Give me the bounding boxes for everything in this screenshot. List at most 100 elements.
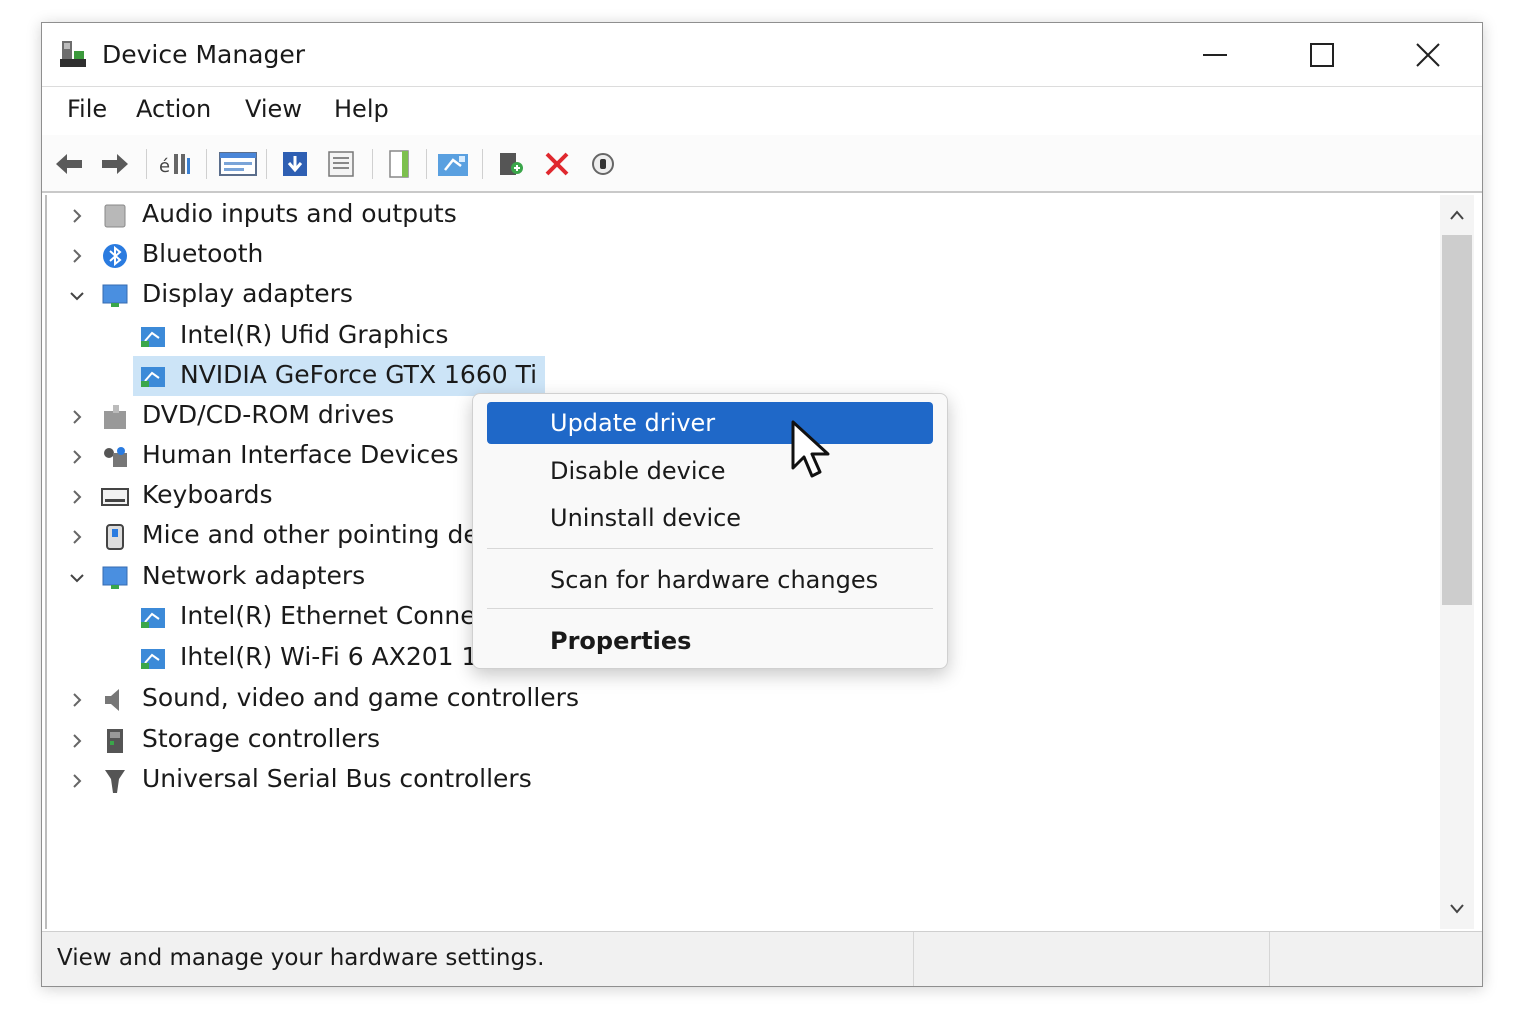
scroll-up-icon[interactable] (1449, 209, 1465, 221)
scroll-down-icon[interactable] (1449, 903, 1465, 915)
list-view-button[interactable] (324, 147, 358, 181)
scrollbar-thumb[interactable] (1442, 235, 1472, 605)
context-menu: Update driver Disable device Uninstall d… (472, 393, 948, 669)
chevron-down-icon[interactable] (69, 570, 85, 586)
scan-hardware-button[interactable] (436, 147, 470, 181)
menu-item-update-driver[interactable]: Update driver (487, 402, 933, 444)
tree-item-label: Intel(R) Ethernet Connect (180, 601, 500, 630)
properties-sheet-icon (219, 152, 257, 176)
tree-device-item[interactable]: Intel(R) Ufid Graphics (47, 318, 947, 356)
add-driver-button[interactable] (494, 147, 528, 181)
help-page-button[interactable] (382, 147, 416, 181)
menu-view[interactable]: View (245, 95, 302, 123)
chevron-right-icon[interactable] (69, 248, 85, 264)
title-bar[interactable]: Device Manager (42, 23, 1482, 85)
tree-item-label: DVD/CD-ROM drives (142, 400, 395, 429)
toolbar: é (42, 135, 1482, 193)
display-card-icon (141, 367, 165, 387)
mouse-cursor-icon (791, 420, 830, 478)
menu-file[interactable]: File (67, 95, 107, 123)
tree-category-item[interactable]: Bluetooth (47, 237, 947, 275)
uninstall-button[interactable] (540, 147, 574, 181)
disc-drive-icon (104, 405, 126, 429)
window-title: Device Manager (102, 40, 306, 69)
tree-item-label: Network adapters (142, 561, 366, 590)
tree-item-label: Human Interface Devices (142, 440, 459, 469)
help-page-icon (389, 150, 409, 178)
status-bar: View and manage your hardware settings. (42, 931, 1482, 986)
chevron-right-icon[interactable] (69, 489, 85, 505)
network-icon (102, 566, 128, 589)
menu-separator (487, 548, 933, 549)
update-driver-icon (283, 152, 307, 176)
disable-icon (592, 153, 614, 175)
menu-item-uninstall-device[interactable]: Uninstall device (487, 497, 933, 539)
tree-category-item[interactable]: Display adapters (47, 277, 947, 315)
svg-text:é: é (159, 156, 170, 177)
maximize-icon (1310, 43, 1334, 67)
chevron-right-icon[interactable] (69, 692, 85, 708)
menu-action[interactable]: Action (136, 95, 211, 123)
properties-button[interactable] (218, 147, 258, 181)
chevron-right-icon[interactable] (69, 409, 85, 425)
forward-button[interactable] (98, 147, 132, 181)
show-hide-icon: é (159, 154, 190, 177)
minimize-button[interactable] (1193, 33, 1237, 77)
menu-separator (487, 608, 933, 609)
chevron-right-icon[interactable] (69, 733, 85, 749)
maximize-button[interactable] (1300, 33, 1344, 77)
network-card-icon (141, 649, 165, 669)
tree-item-label: Ihtel(R) Wi-Fi 6 AX201 16 (180, 642, 494, 671)
forward-arrow-icon (102, 154, 128, 174)
tree-item-label: Mice and other pointing de (142, 520, 479, 549)
display-card-icon (141, 327, 165, 347)
tree-item-label: Display adapters (142, 279, 353, 308)
menu-item-scan-hardware[interactable]: Scan for hardware changes (487, 559, 933, 601)
hid-icon (104, 447, 127, 467)
chevron-right-icon[interactable] (69, 449, 85, 465)
chevron-right-icon[interactable] (69, 208, 85, 224)
storage-icon (107, 729, 123, 753)
tree-item-label: Intel(R) Ufid Graphics (180, 320, 449, 349)
tree-item-label: Universal Serial Bus controllers (142, 764, 532, 793)
tree-item-label: Keyboards (142, 480, 273, 509)
menu-item-properties[interactable]: Properties (487, 620, 933, 662)
device-manager-app-icon (60, 41, 86, 67)
chevron-right-icon[interactable] (69, 773, 85, 789)
sound-icon (105, 689, 119, 711)
menu-bar: File Action View Help (42, 86, 1482, 136)
tree-item-label: Audio inputs and outputs (142, 199, 457, 228)
chevron-right-icon[interactable] (69, 529, 85, 545)
keyboard-icon (101, 488, 129, 506)
tree-category-item[interactable]: Sound, video and game controllers (47, 681, 947, 719)
bluetooth-icon (103, 244, 127, 268)
tree-device-item[interactable]: NVIDIA GeForce GTX 1660 Ti (47, 358, 947, 396)
close-icon (1416, 43, 1440, 67)
vertical-scrollbar[interactable] (1440, 195, 1474, 929)
tree-item-label: NVIDIA GeForce GTX 1660 Ti (180, 360, 538, 389)
tree-item-label: Storage controllers (142, 724, 381, 753)
update-driver-toolbar-button[interactable] (278, 147, 312, 181)
speaker-icon (104, 204, 126, 228)
tree-category-item[interactable]: Storage controllers (47, 722, 947, 760)
back-arrow-icon (56, 154, 82, 174)
tree-item-label: Bluetooth (142, 239, 264, 268)
disable-button[interactable] (586, 147, 620, 181)
minimize-icon (1203, 54, 1227, 56)
status-text: View and manage your hardware settings. (57, 945, 545, 971)
menu-help[interactable]: Help (334, 95, 389, 123)
tree-category-item[interactable]: Audio inputs and outputs (47, 197, 947, 235)
close-button[interactable] (1406, 33, 1450, 77)
show-hide-console-button[interactable]: é (158, 147, 192, 181)
add-driver-icon (500, 153, 523, 175)
scan-hardware-icon (438, 154, 468, 176)
menu-item-disable-device[interactable]: Disable device (487, 450, 933, 492)
monitor-icon (102, 284, 128, 307)
back-button[interactable] (52, 147, 86, 181)
chevron-down-icon[interactable] (69, 288, 85, 304)
mouse-icon (106, 524, 124, 550)
tree-category-item[interactable]: Universal Serial Bus controllers (47, 762, 947, 800)
list-view-icon (328, 151, 354, 177)
uninstall-x-icon (545, 152, 569, 176)
tree-item-label: Sound, video and game controllers (142, 683, 579, 712)
